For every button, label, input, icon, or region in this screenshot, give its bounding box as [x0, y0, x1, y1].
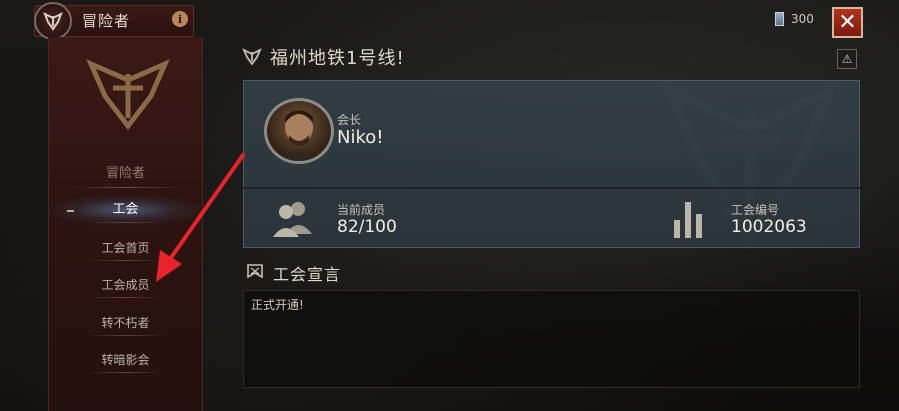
- nav-item-label: 转暗影会: [101, 353, 150, 367]
- nav-divider: [88, 372, 163, 373]
- nav-divider: [88, 297, 163, 298]
- guild-name: 福州地铁1号线!: [270, 48, 405, 69]
- members-label: 当前成员: [337, 203, 386, 217]
- info-button[interactable]: i: [172, 11, 188, 27]
- guild-id-icon: [674, 202, 702, 238]
- nav-item-label: 工会: [112, 202, 139, 217]
- nav-item-immortal[interactable]: 转不朽者: [48, 308, 203, 338]
- leader-name: Niko!: [337, 127, 384, 148]
- nav-item-guild-members[interactable]: 工会成员: [48, 270, 203, 300]
- declaration-box[interactable]: [243, 290, 860, 388]
- members-icon: [273, 202, 312, 237]
- nav-divider: [88, 222, 163, 223]
- members-count: 82/100: [337, 217, 397, 237]
- guild-emblem-icon: [242, 48, 262, 66]
- nav-item-label: 转不朽者: [101, 316, 150, 330]
- guild-id-value: 1002063: [731, 217, 807, 237]
- banner-icon: [247, 264, 263, 278]
- nav-divider: [88, 260, 163, 261]
- nav-item-guild-home[interactable]: 工会首页: [48, 233, 203, 263]
- nav-item-label: 工会成员: [101, 278, 150, 292]
- warning-icon: ⚠: [841, 52, 853, 66]
- nav-item-shadow[interactable]: 转暗影会: [48, 345, 203, 375]
- clan-emblem-icon: [86, 59, 170, 130]
- report-button[interactable]: ⚠: [837, 49, 857, 69]
- close-button[interactable]: ✕: [832, 7, 863, 38]
- window-title: 冒险者: [82, 12, 131, 30]
- card-divider: [243, 187, 860, 189]
- nav-item-label: 工会首页: [101, 241, 150, 255]
- avatar-frame: [264, 98, 334, 164]
- left-divider: [70, 187, 182, 188]
- guild-id-label: 工会编号: [731, 203, 780, 217]
- nav-divider: [88, 335, 163, 336]
- close-icon: ✕: [838, 10, 857, 35]
- declaration-text: 正式开通!: [251, 298, 304, 312]
- declaration-title: 工会宣言: [273, 265, 342, 284]
- leader-portrait-icon: [277, 110, 321, 161]
- nav-item-guild[interactable]: 工会: [48, 195, 203, 225]
- currency-icon: [775, 12, 784, 26]
- leader-role: 会长: [337, 113, 362, 127]
- left-section-label: 冒险者: [105, 166, 145, 181]
- adventurer-emblem-icon: [34, 2, 72, 40]
- currency-amount: 300: [791, 12, 814, 26]
- leader-avatar[interactable]: [261, 97, 337, 165]
